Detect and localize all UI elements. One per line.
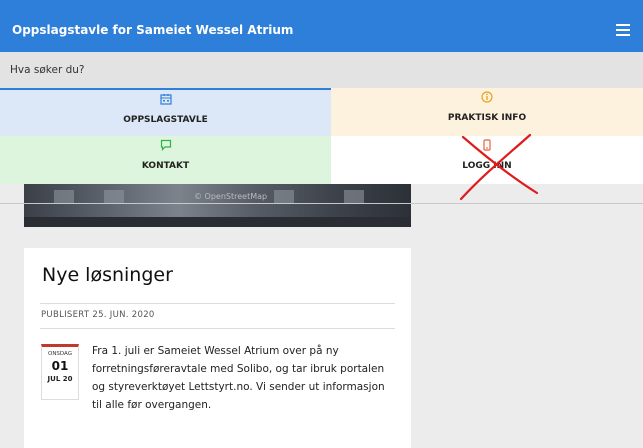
main-nav: OPPSLAGSTAVLE PRAKTISK INFO KONTAKT LOGG… (0, 88, 643, 184)
app-title: Oppslagstavle for Sameiet Wessel Atrium (12, 23, 294, 37)
nav-label: KONTAKT (141, 161, 190, 171)
hamburger-icon[interactable] (616, 24, 630, 36)
divider (40, 328, 395, 329)
date-weekday: ONSDAG (47, 351, 72, 357)
red-cross-annotation (459, 133, 539, 201)
image-watermark: © OpenStreetMap (194, 192, 268, 201)
post-published: PUBLISERT 25. JUN. 2020 (41, 310, 155, 320)
date-badge: ONSDAG 01 JUL 20 (41, 344, 79, 400)
search-input[interactable]: Hva søker du? (0, 52, 643, 89)
app-header: Oppslagstavle for Sameiet Wessel Atrium (0, 0, 643, 52)
nav-label: PRAKTISK INFO (447, 113, 527, 123)
search-placeholder: Hva søker du? (10, 64, 85, 76)
nav-item-oppslagstavle[interactable]: OPPSLAGSTAVLE (0, 88, 331, 136)
post-card: Nye løsninger PUBLISERT 25. JUN. 2020 ON… (24, 248, 411, 448)
divider (0, 203, 643, 204)
date-day: 01 (51, 359, 69, 373)
hero-image: © OpenStreetMap (24, 184, 411, 227)
nav-item-praktisk-info[interactable]: PRAKTISK INFO (331, 88, 643, 136)
nav-item-kontakt[interactable]: KONTAKT (0, 136, 331, 184)
divider (40, 303, 395, 304)
date-month: JUL 20 (47, 375, 73, 383)
post-body: Fra 1. juli er Sameiet Wessel Atrium ove… (92, 345, 385, 411)
post-title[interactable]: Nye løsninger (42, 264, 173, 286)
nav-label: OPPSLAGSTAVLE (123, 115, 208, 125)
chat-icon (160, 139, 171, 151)
calendar-icon (159, 94, 172, 105)
info-icon (481, 91, 493, 103)
